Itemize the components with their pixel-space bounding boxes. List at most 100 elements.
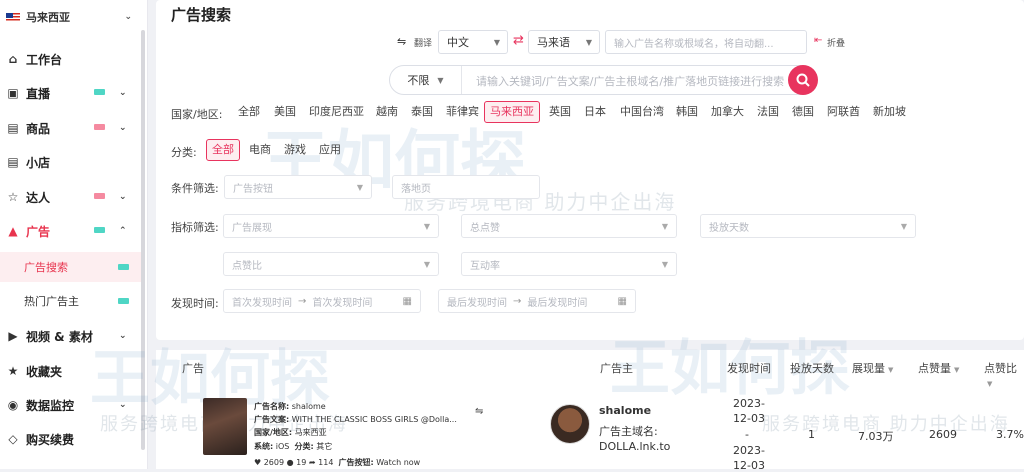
fold-button[interactable]: 折叠 — [827, 36, 845, 49]
live-icon: ▣ — [7, 86, 19, 100]
search-bar: 不限 ▼ 请输入关键词/广告文案/广告主根域名/推广落地页链接进行搜索 — [389, 65, 818, 95]
region-chip[interactable]: 韩国 — [671, 101, 703, 123]
chevron-down-icon: ▼ — [493, 37, 500, 47]
ad-region-value: 马来西亚 — [294, 428, 327, 437]
region-chip[interactable]: 印度尼西亚 — [304, 101, 369, 123]
sidebar-item-monitor[interactable]: ◉ 数据监控 ⌄ — [0, 390, 141, 420]
sidebar-item-ads[interactable]: ▲ 广告 ⌃ — [0, 216, 141, 246]
translate-icon[interactable]: ⇋ — [475, 406, 483, 417]
header-likes-label: 点赞量 — [918, 362, 951, 375]
sidebar-item-label: 购买续费 — [26, 432, 75, 447]
search-input[interactable]: 请输入关键词/广告文案/广告主根域名/推广落地页链接进行搜索 — [476, 73, 784, 89]
sidebar-item-influencer[interactable]: ☆ 达人 ⌄ — [0, 182, 141, 212]
ad-copy-line: 广告文案: WITH THE CLASSIC BOSS GIRLS @Dolla… — [254, 414, 457, 425]
advertiser-avatar[interactable] — [550, 404, 590, 444]
sidebar-subitem-hot-advertisers[interactable]: 热门广告主 — [0, 286, 141, 316]
region-chip[interactable]: 日本 — [579, 101, 611, 123]
chevron-down-icon: ⌄ — [119, 400, 127, 410]
new-badge — [118, 264, 129, 270]
total-likes-select[interactable]: 总点赞 ▼ — [461, 214, 677, 238]
engagement-rate-select[interactable]: 互动率 ▼ — [461, 252, 677, 276]
category-chip[interactable]: 游戏 — [279, 139, 311, 161]
source-language-select[interactable]: 中文 ▼ — [438, 30, 508, 54]
sidebar-item-label: 工作台 — [26, 52, 63, 67]
sidebar-subitem-label: 热门广告主 — [24, 295, 79, 308]
region-chip[interactable]: 德国 — [787, 101, 819, 123]
region-chip-selected[interactable]: 马来西亚 — [484, 101, 540, 123]
swap-languages-icon[interactable]: ⇄ — [513, 33, 524, 48]
impressions-select[interactable]: 广告展现 ▼ — [223, 214, 439, 238]
landing-page-input[interactable]: 落地页 — [392, 175, 540, 199]
last-seen-range[interactable]: 最后发现时间 → 最后发现时间 ▦ — [438, 289, 636, 313]
search-button[interactable] — [788, 65, 818, 95]
chevron-down-icon: ▼ — [661, 221, 668, 231]
translate-label: 翻译 — [414, 39, 433, 49]
delivery-days-value: 1 — [808, 428, 815, 441]
ad-system-line: 系统: iOS 分类: 其它 — [254, 441, 332, 452]
ad-category-label: 分类: — [294, 442, 314, 451]
sidebar-item-label: 收藏夹 — [26, 364, 63, 379]
header-impressions[interactable]: 展现量 ▼ — [852, 360, 893, 376]
new-badge — [94, 227, 105, 233]
chevron-down-icon: ▼ — [900, 221, 907, 231]
region-chip[interactable]: 加拿大 — [706, 101, 749, 123]
sidebar-item-goods[interactable]: ▤ 商品 ⌄ — [0, 113, 141, 143]
total-likes-placeholder: 总点赞 — [470, 222, 500, 234]
ad-button-select[interactable]: 广告按钮 ▼ — [224, 175, 372, 199]
like-ratio-placeholder: 点赞比 — [232, 260, 262, 272]
region-chip[interactable]: 阿联酋 — [822, 101, 865, 123]
sidebar-item-purchase[interactable]: ◇ 购买续费 — [0, 424, 141, 454]
target-language-select[interactable]: 马来语 ▼ — [528, 30, 600, 54]
advertiser-domain-label: 广告主域名: — [599, 425, 658, 438]
share-icon: ➦ — [308, 458, 316, 467]
translate-icon: ⇋ — [397, 35, 407, 48]
sidebar-scrollbar[interactable] — [141, 30, 145, 450]
ad-system-value: iOS — [275, 442, 290, 451]
chevron-down-icon: ⌄ — [119, 331, 127, 341]
sidebar-item-video[interactable]: ▶ 视频 & 素材 ⌄ — [0, 321, 141, 351]
chevron-down-icon: ⌄ — [119, 123, 127, 133]
region-chip[interactable]: 新加坡 — [868, 101, 911, 123]
ad-thumbnail[interactable] — [203, 398, 247, 455]
chevron-down-icon: ▼ — [423, 259, 430, 269]
search-scope-select[interactable]: 不限 ▼ — [390, 66, 462, 94]
like-ratio-select[interactable]: 点赞比 ▼ — [223, 252, 439, 276]
header-like-ratio[interactable]: 点赞比 ▼ — [984, 360, 1024, 389]
category-chip[interactable]: 应用 — [314, 139, 346, 161]
region-chip[interactable]: 全部 — [233, 101, 265, 123]
region-chip[interactable]: 越南 — [371, 101, 403, 123]
sidebar: 马来西亚 ⌄ ⌂ 工作台 ▣ 直播 ⌄ ▤ 商品 ⌄ ▤ 小店 ☆ 达人 ⌄ ▲… — [0, 0, 148, 469]
region-chip[interactable]: 中国台湾 — [615, 101, 669, 123]
delivery-days-select[interactable]: 投放天数 ▼ — [700, 214, 916, 238]
sidebar-item-workbench[interactable]: ⌂ 工作台 — [0, 44, 141, 74]
header-likes[interactable]: 点赞量 ▼ — [918, 360, 959, 376]
ad-name-value: shalome — [291, 402, 326, 411]
sidebar-subitem-ad-search[interactable]: 广告搜索 — [0, 252, 141, 282]
country-selector[interactable]: 马来西亚 ⌄ — [6, 6, 140, 28]
region-chip[interactable]: 法国 — [752, 101, 784, 123]
header-advertiser: 广告主 — [600, 362, 633, 375]
sidebar-item-shop[interactable]: ▤ 小店 — [0, 147, 141, 177]
region-chip[interactable]: 泰国 — [406, 101, 438, 123]
fold-icon[interactable]: ⇤ — [814, 35, 822, 46]
monitor-icon: ◉ — [7, 398, 19, 412]
comment-icon: ● — [286, 458, 294, 467]
region-chip[interactable]: 美国 — [269, 101, 301, 123]
region-chip[interactable]: 英国 — [544, 101, 576, 123]
category-chip[interactable]: 电商 — [244, 139, 276, 161]
chevron-down-icon: ▼ — [585, 37, 592, 47]
sidebar-item-live[interactable]: ▣ 直播 ⌄ — [0, 78, 141, 108]
last-seen-date: 2023- — [733, 444, 765, 457]
translate-input[interactable]: 输入广告名称或根域名，将自动翻... — [605, 30, 807, 54]
chevron-up-icon: ⌃ — [119, 226, 127, 236]
heart-icon: ♥ — [254, 458, 262, 467]
category-chip-selected[interactable]: 全部 — [206, 139, 240, 161]
region-chip[interactable]: 菲律宾 — [441, 101, 484, 123]
first-seen-range[interactable]: 首次发现时间 → 首次发现时间 ▦ — [223, 289, 421, 313]
advertiser-domain[interactable]: DOLLA.lnk.to — [599, 440, 670, 453]
advertiser-name[interactable]: shalome — [599, 404, 651, 417]
chevron-down-icon: ▼ — [423, 221, 430, 231]
ad-stats-line: ♥ 2609 ● 19 ➦ 114 广告按钮: Watch now — [254, 457, 420, 468]
sidebar-item-favorites[interactable]: ★ 收藏夹 — [0, 356, 141, 386]
chevron-down-icon: ▼ — [661, 259, 668, 269]
